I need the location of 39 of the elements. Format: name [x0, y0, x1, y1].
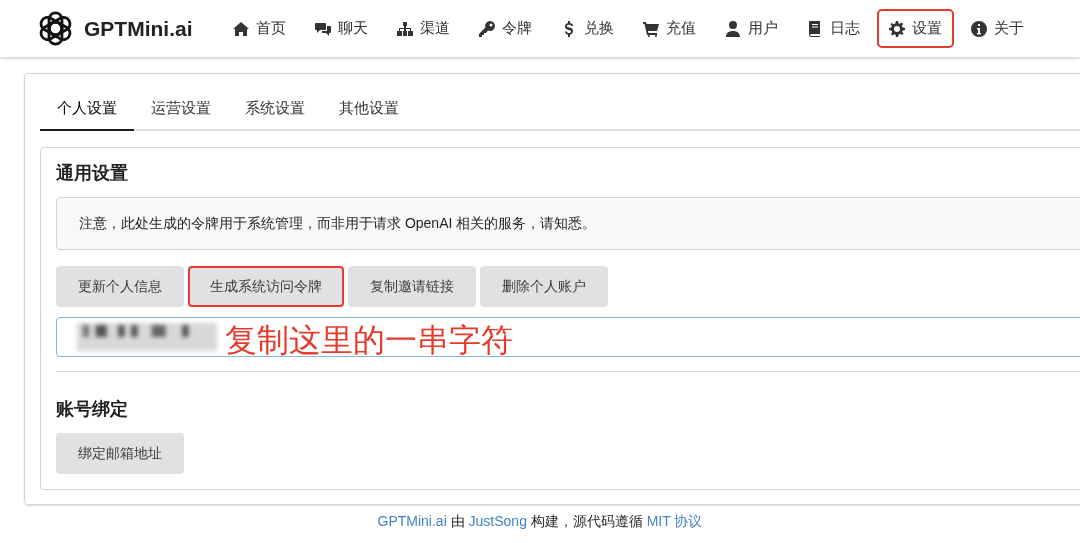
footer-link[interactable]: JustSong — [468, 512, 527, 529]
token-field[interactable]: 复制这里的一串字符 — [56, 316, 1080, 357]
logo-icon — [37, 10, 74, 47]
nav-item[interactable]: 渠道 — [384, 9, 462, 48]
tab[interactable]: 系统设置 — [228, 88, 322, 131]
nav-item[interactable]: 日志 — [794, 9, 872, 48]
settings-icon — [888, 20, 905, 37]
key-icon — [478, 20, 495, 37]
chat-bubbles-icon — [314, 20, 331, 37]
section-heading: 通用设置 — [56, 161, 129, 185]
nav-item[interactable]: 充值 — [630, 9, 708, 48]
book-icon — [806, 20, 823, 37]
action-button[interactable]: 复制邀请链接 — [348, 265, 476, 307]
action-button[interactable]: 绑定邮箱地址 — [56, 432, 184, 474]
cart-icon — [642, 20, 659, 37]
user-icon — [724, 20, 741, 37]
home-icon — [232, 20, 249, 37]
tab[interactable]: 运营设置 — [134, 88, 228, 131]
footer-link[interactable]: MIT 协议 — [646, 512, 703, 529]
nav-item[interactable]: 用户 — [712, 9, 790, 48]
sitemap-icon — [396, 20, 413, 37]
nav-item[interactable]: 关于 — [958, 9, 1036, 48]
footer-text: GPTMini.ai 由 JustSong 构建，源代码遵循 MIT 协议 — [376, 511, 704, 531]
annotation-text: 复制这里的一串字符 — [225, 323, 513, 356]
nav-item[interactable]: 兑换 — [548, 9, 626, 48]
section-heading: 账号绑定 — [56, 397, 129, 421]
tab[interactable]: 个人设置 — [40, 88, 134, 131]
action-button[interactable]: 删除个人账户 — [480, 265, 608, 307]
footer-link[interactable]: GPTMini.ai — [377, 512, 447, 529]
nav-item[interactable]: 首页 — [220, 9, 298, 48]
action-button[interactable]: 生成系统访问令牌 — [188, 265, 344, 307]
nav-item[interactable]: 设置 — [876, 9, 954, 48]
brand-name[interactable]: GPTMini.ai — [84, 12, 193, 45]
tab[interactable]: 其他设置 — [322, 88, 416, 131]
notice-message: 注意，此处生成的令牌用于系统管理，而非用于请求 OpenAI 相关的服务，请知悉。 — [56, 196, 1080, 250]
nav-item[interactable]: 令牌 — [466, 9, 544, 48]
info-icon — [970, 20, 987, 37]
action-button[interactable]: 更新个人信息 — [56, 265, 184, 307]
nav-item[interactable]: 聊天 — [302, 9, 380, 48]
